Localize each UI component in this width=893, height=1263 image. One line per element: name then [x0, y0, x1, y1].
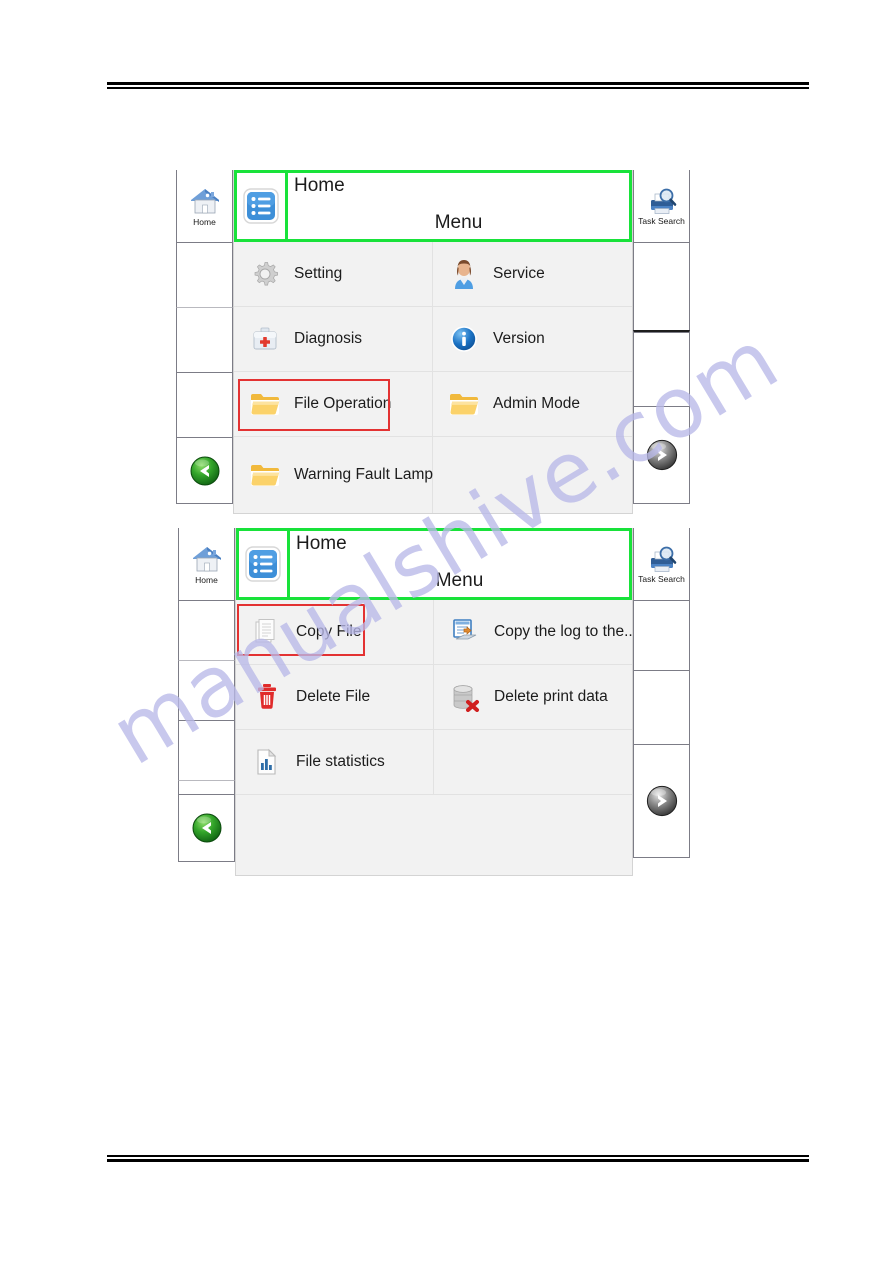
info-icon [447, 322, 481, 356]
menu-item-version[interactable]: Version [433, 307, 632, 372]
menu-item-label: Admin Mode [493, 395, 581, 412]
task-search-button[interactable]: Task Search [633, 170, 690, 242]
title-menu-text: Menu [435, 570, 484, 591]
forward-button[interactable] [633, 406, 690, 504]
left-rail-slot-2 [176, 307, 233, 372]
folder-icon [248, 387, 282, 421]
screen: Home Menu Copy File Copy the log to the.… [235, 528, 637, 876]
device-row: Home [176, 170, 690, 514]
left-rail-slot-3 [178, 720, 235, 780]
title-bar: Home Menu [236, 528, 632, 600]
right-rail-slot-1 [633, 242, 690, 330]
menu-grid: Copy File Copy the log to the... Delete … [236, 600, 637, 875]
menu-item-setting[interactable]: Setting [234, 242, 433, 307]
document-icon [250, 615, 284, 649]
menu-item-label: Copy File [296, 623, 362, 640]
title-home-text: Home [296, 533, 347, 554]
menu-cell-empty-row [236, 795, 632, 875]
left-rail: Home [178, 528, 235, 876]
header-rule [107, 82, 809, 89]
bar-chart-file-icon [250, 745, 284, 779]
device-panel-file-operation: Home Home Menu Copy File Copy the log to… [178, 528, 690, 876]
forward-button[interactable] [633, 744, 690, 858]
left-rail-slot-2 [178, 660, 235, 720]
menu-icon-button[interactable] [239, 531, 290, 597]
home-icon [192, 546, 221, 571]
menu-item-admin-mode[interactable]: Admin Mode [433, 372, 632, 437]
menu-item-label: Setting [294, 265, 343, 282]
first-aid-icon [248, 322, 282, 356]
device-row: Home [178, 528, 690, 876]
right-rail-slot-2 [633, 670, 690, 744]
menu-item-label: File statistics [296, 753, 385, 770]
menu-item-label: File Operation [294, 395, 392, 412]
menu-item-label: Version [493, 330, 545, 347]
task-search-icon [650, 546, 676, 572]
menu-item-label: Copy the log to the... [494, 623, 638, 640]
header-rule-thin [107, 87, 809, 89]
left-rail-slot-1 [176, 242, 233, 307]
task-search-label: Task Search [638, 215, 685, 226]
menu-item-diagnosis[interactable]: Diagnosis [234, 307, 433, 372]
right-rail: Task Search [633, 528, 690, 876]
person-icon [447, 257, 481, 291]
title-text-area: Home Menu [288, 173, 629, 239]
menu-item-file-statistics[interactable]: File statistics [236, 730, 434, 795]
menu-item-warning-fault-lamp[interactable]: Warning Fault Lamp [234, 437, 433, 513]
footer-rule-thick [107, 1159, 809, 1162]
menu-icon-button[interactable] [237, 173, 288, 239]
title-text-area: Home Menu [290, 531, 629, 597]
menu-item-delete-print-data[interactable]: Delete print data [434, 665, 632, 730]
device-panel-menu-root: Home Home Menu Setting Service Diagnosis… [176, 170, 690, 514]
task-search-label: Task Search [638, 573, 685, 584]
menu-item-label: Delete File [296, 688, 371, 705]
list-menu-icon [243, 188, 279, 224]
list-menu-icon [245, 546, 281, 582]
home-icon [190, 188, 219, 213]
task-search-icon [650, 188, 676, 214]
task-search-button[interactable]: Task Search [633, 528, 690, 600]
title-menu-text: Menu [434, 212, 483, 233]
back-button[interactable] [178, 794, 235, 862]
footer-rule [107, 1155, 809, 1162]
menu-item-label: Delete print data [494, 688, 608, 705]
home-label: Home [193, 216, 216, 227]
title-home-text: Home [294, 175, 345, 196]
menu-item-label: Warning Fault Lamp [294, 466, 433, 483]
right-rail: Task Search [633, 170, 690, 514]
gear-icon [248, 257, 282, 291]
left-rail-slot-3 [176, 372, 233, 437]
forward-arrow-icon [646, 785, 677, 817]
trash-icon [250, 680, 284, 714]
folder-icon [248, 458, 282, 492]
title-bar: Home Menu [234, 170, 632, 242]
left-rail: Home [176, 170, 233, 514]
menu-grid: Setting Service Diagnosis Version File O… [234, 242, 632, 513]
menu-item-delete-file[interactable]: Delete File [236, 665, 434, 730]
home-button[interactable]: Home [178, 528, 235, 600]
back-arrow-icon [192, 813, 221, 843]
home-button[interactable]: Home [176, 170, 233, 242]
menu-item-label: Service [493, 265, 545, 282]
home-label: Home [195, 574, 218, 585]
screen: Home Menu Setting Service Diagnosis Vers… [233, 170, 633, 514]
forward-arrow-icon [646, 439, 677, 471]
menu-item-copy-file[interactable]: Copy File [236, 600, 434, 665]
menu-item-copy-log[interactable]: Copy the log to the... [434, 600, 637, 665]
menu-item-service[interactable]: Service [433, 242, 632, 307]
right-rail-slot-1 [633, 600, 690, 670]
menu-cell-empty [434, 730, 632, 795]
menu-item-file-operation[interactable]: File Operation [234, 372, 433, 437]
copy-log-icon [448, 615, 482, 649]
folder-icon [447, 387, 481, 421]
left-rail-slot-1 [178, 600, 235, 660]
database-delete-icon [448, 680, 482, 714]
menu-item-label: Diagnosis [294, 330, 363, 347]
back-button[interactable] [176, 437, 233, 504]
left-rail-slot-4 [178, 780, 235, 794]
menu-cell-empty [433, 437, 632, 513]
back-arrow-icon [190, 456, 219, 485]
right-rail-slot-2 [633, 332, 690, 406]
